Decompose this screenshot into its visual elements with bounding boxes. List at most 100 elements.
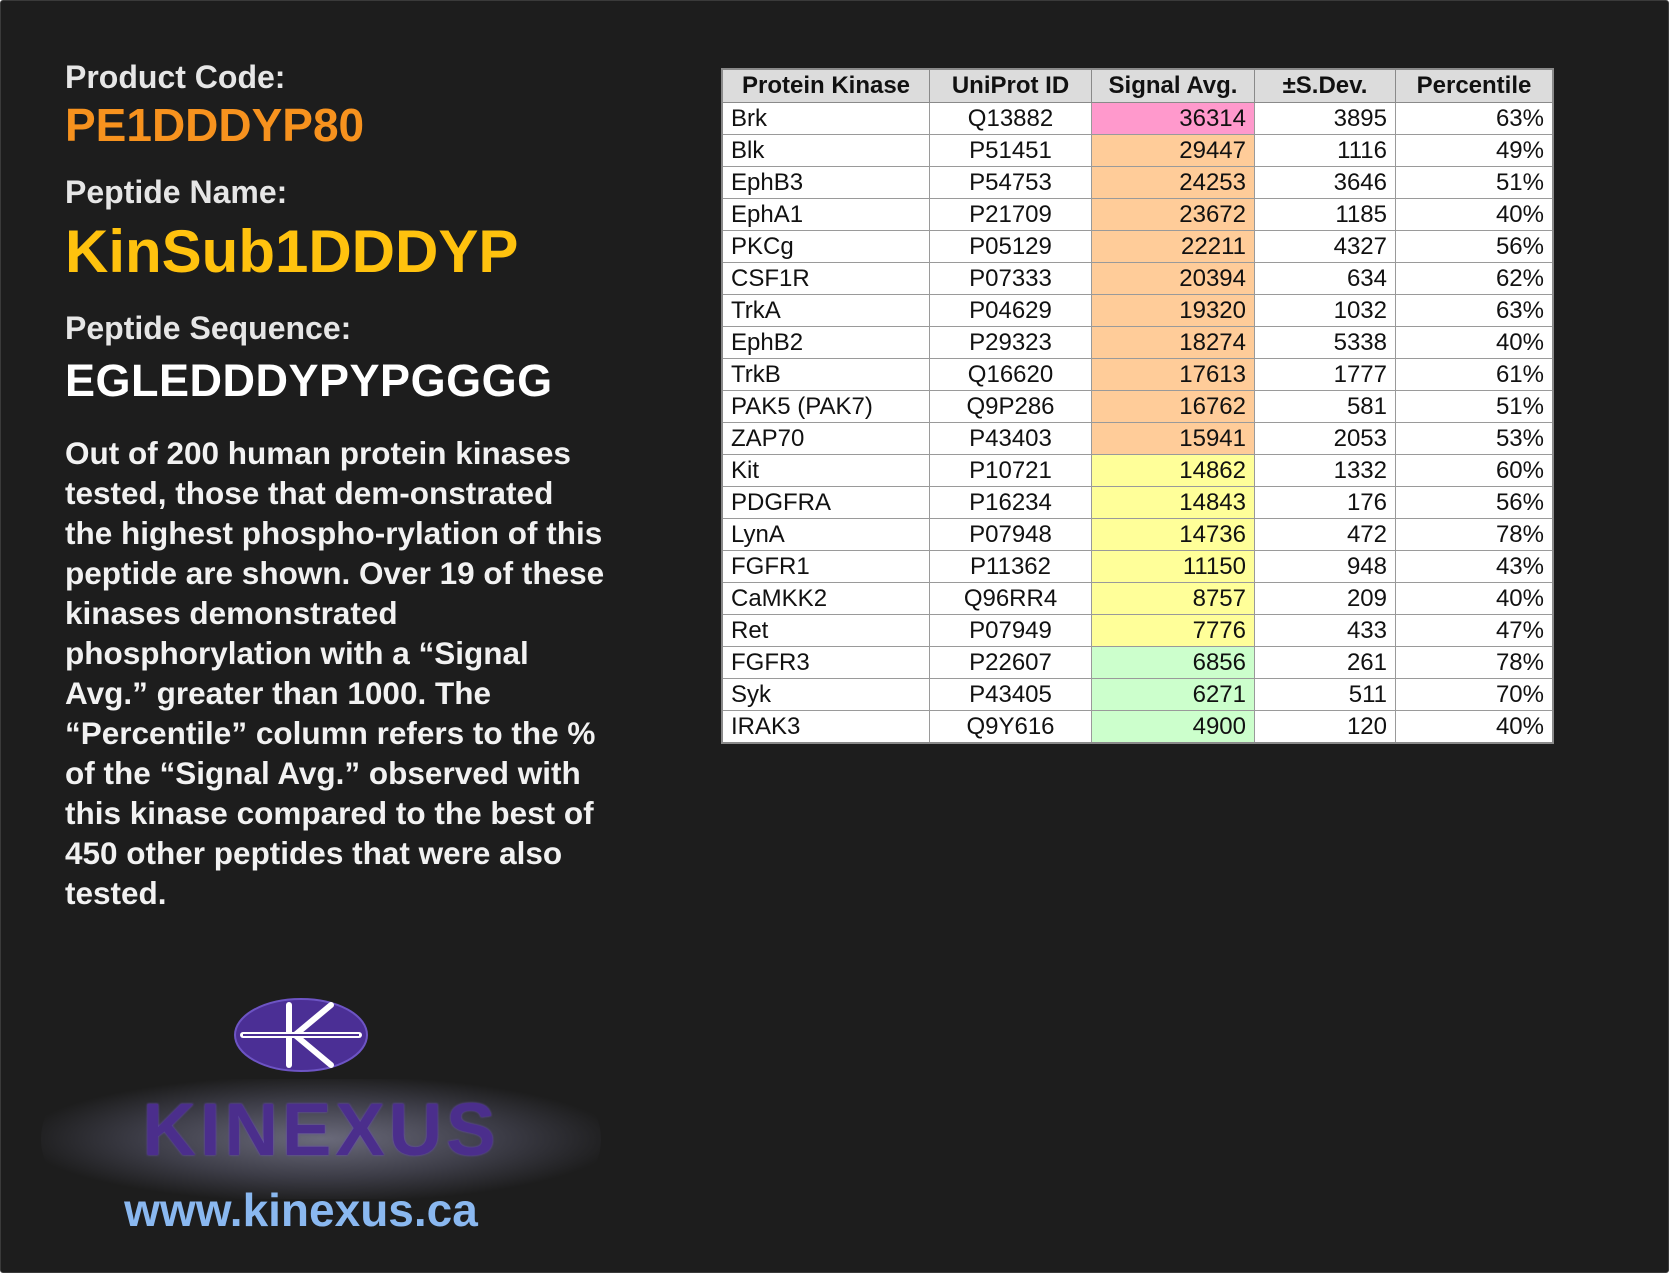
signal-avg-cell: 19320: [1091, 294, 1255, 327]
table-row: PKCg P05129 22211 4327 56%: [721, 230, 1554, 263]
sdev-cell: 1116: [1254, 134, 1396, 167]
sdev-cell: 3646: [1254, 166, 1396, 199]
website-link[interactable]: www.kinexus.ca: [41, 1183, 561, 1237]
kinase-cell: PKCg: [721, 230, 930, 263]
percentile-cell: 51%: [1395, 390, 1554, 423]
kinexus-k-logo-icon: [234, 998, 368, 1072]
uniprot-cell: Q9Y616: [929, 710, 1092, 744]
uniprot-cell: P51451: [929, 134, 1092, 167]
percentile-cell: 63%: [1395, 294, 1554, 327]
table-row: Ret P07949 7776 433 47%: [721, 614, 1554, 647]
kinase-cell: Ret: [721, 614, 930, 647]
signal-avg-cell: 14736: [1091, 518, 1255, 551]
kinase-table: Protein Kinase UniProt ID Signal Avg. ±S…: [721, 68, 1554, 744]
sdev-cell: 209: [1254, 582, 1396, 615]
percentile-cell: 70%: [1395, 678, 1554, 711]
kinexus-logo: KINEXUS www.kinexus.ca: [41, 991, 601, 1236]
table-row: CaMKK2 Q96RR4 8757 209 40%: [721, 582, 1554, 615]
sdev-cell: 433: [1254, 614, 1396, 647]
signal-avg-cell: 7776: [1091, 614, 1255, 647]
table-row: ZAP70 P43403 15941 2053 53%: [721, 422, 1554, 455]
header-percentile: Percentile: [1395, 68, 1554, 103]
signal-avg-cell: 22211: [1091, 230, 1255, 263]
uniprot-cell: P07333: [929, 262, 1092, 295]
sdev-cell: 2053: [1254, 422, 1396, 455]
product-info: Product Code: PE1DDDYP80 Peptide Name: K…: [65, 59, 605, 913]
kinase-cell: TrkB: [721, 358, 930, 391]
kinase-cell: LynA: [721, 518, 930, 551]
sdev-cell: 472: [1254, 518, 1396, 551]
uniprot-cell: Q16620: [929, 358, 1092, 391]
signal-avg-cell: 14843: [1091, 486, 1255, 519]
sdev-cell: 581: [1254, 390, 1396, 423]
percentile-cell: 43%: [1395, 550, 1554, 583]
kinase-cell: CSF1R: [721, 262, 930, 295]
signal-avg-cell: 8757: [1091, 582, 1255, 615]
uniprot-cell: Q13882: [929, 102, 1092, 135]
signal-avg-cell: 29447: [1091, 134, 1255, 167]
table-header-row: Protein Kinase UniProt ID Signal Avg. ±S…: [721, 68, 1554, 103]
kinase-cell: FGFR1: [721, 550, 930, 583]
kinase-cell: Syk: [721, 678, 930, 711]
uniprot-cell: Q9P286: [929, 390, 1092, 423]
signal-avg-cell: 11150: [1091, 550, 1255, 583]
table-row: Syk P43405 6271 511 70%: [721, 678, 1554, 711]
signal-avg-cell: 23672: [1091, 198, 1255, 231]
percentile-cell: 40%: [1395, 198, 1554, 231]
table-row: LynA P07948 14736 472 78%: [721, 518, 1554, 551]
percentile-cell: 61%: [1395, 358, 1554, 391]
kinase-cell: PDGFRA: [721, 486, 930, 519]
header-uniprot-id: UniProt ID: [929, 68, 1092, 103]
sdev-cell: 261: [1254, 646, 1396, 679]
header-sdev: ±S.Dev.: [1254, 68, 1396, 103]
signal-avg-cell: 6856: [1091, 646, 1255, 679]
uniprot-cell: P22607: [929, 646, 1092, 679]
kinase-cell: FGFR3: [721, 646, 930, 679]
percentile-cell: 53%: [1395, 422, 1554, 455]
percentile-cell: 63%: [1395, 102, 1554, 135]
percentile-cell: 56%: [1395, 486, 1554, 519]
peptide-name: KinSub1DDDYP: [65, 218, 519, 285]
uniprot-cell: P04629: [929, 294, 1092, 327]
percentile-cell: 51%: [1395, 166, 1554, 199]
product-code-label: Product Code:: [65, 59, 286, 95]
description-text: Out of 200 human protein kinases tested,…: [65, 435, 605, 911]
signal-avg-cell: 15941: [1091, 422, 1255, 455]
header-signal-avg: Signal Avg.: [1091, 68, 1255, 103]
uniprot-cell: Q96RR4: [929, 582, 1092, 615]
percentile-cell: 78%: [1395, 646, 1554, 679]
peptide-sequence-label: Peptide Sequence:: [65, 310, 352, 346]
peptide-name-label: Peptide Name:: [65, 174, 288, 210]
table-row: FGFR3 P22607 6856 261 78%: [721, 646, 1554, 679]
uniprot-cell: P05129: [929, 230, 1092, 263]
table-row: PAK5 (PAK7) Q9P286 16762 581 51%: [721, 390, 1554, 423]
percentile-cell: 47%: [1395, 614, 1554, 647]
uniprot-cell: P29323: [929, 326, 1092, 359]
sdev-cell: 1777: [1254, 358, 1396, 391]
table-row: Kit P10721 14862 1332 60%: [721, 454, 1554, 487]
table-body: Brk Q13882 36314 3895 63% Blk P51451 29447 1116 4…: [721, 102, 1554, 744]
table-row: PDGFRA P16234 14843 176 56%: [721, 486, 1554, 519]
sdev-cell: 948: [1254, 550, 1396, 583]
uniprot-cell: P10721: [929, 454, 1092, 487]
table-row: FGFR1 P11362 11150 948 43%: [721, 550, 1554, 583]
datasheet-panel: Product Code: PE1DDDYP80 Peptide Name: K…: [0, 0, 1669, 1273]
sdev-cell: 5338: [1254, 326, 1396, 359]
kinase-cell: Brk: [721, 102, 930, 135]
uniprot-cell: P16234: [929, 486, 1092, 519]
header-protein-kinase: Protein Kinase: [721, 68, 930, 103]
percentile-cell: 78%: [1395, 518, 1554, 551]
percentile-cell: 40%: [1395, 710, 1554, 744]
table-row: EphB3 P54753 24253 3646 51%: [721, 166, 1554, 199]
percentile-cell: 40%: [1395, 326, 1554, 359]
sdev-cell: 176: [1254, 486, 1396, 519]
product-code: PE1DDDYP80: [65, 99, 365, 151]
uniprot-cell: P43403: [929, 422, 1092, 455]
sdev-cell: 120: [1254, 710, 1396, 744]
kinase-cell: ZAP70: [721, 422, 930, 455]
signal-avg-cell: 20394: [1091, 262, 1255, 295]
uniprot-cell: P21709: [929, 198, 1092, 231]
percentile-cell: 49%: [1395, 134, 1554, 167]
table-row: TrkA P04629 19320 1032 63%: [721, 294, 1554, 327]
kinase-cell: TrkA: [721, 294, 930, 327]
